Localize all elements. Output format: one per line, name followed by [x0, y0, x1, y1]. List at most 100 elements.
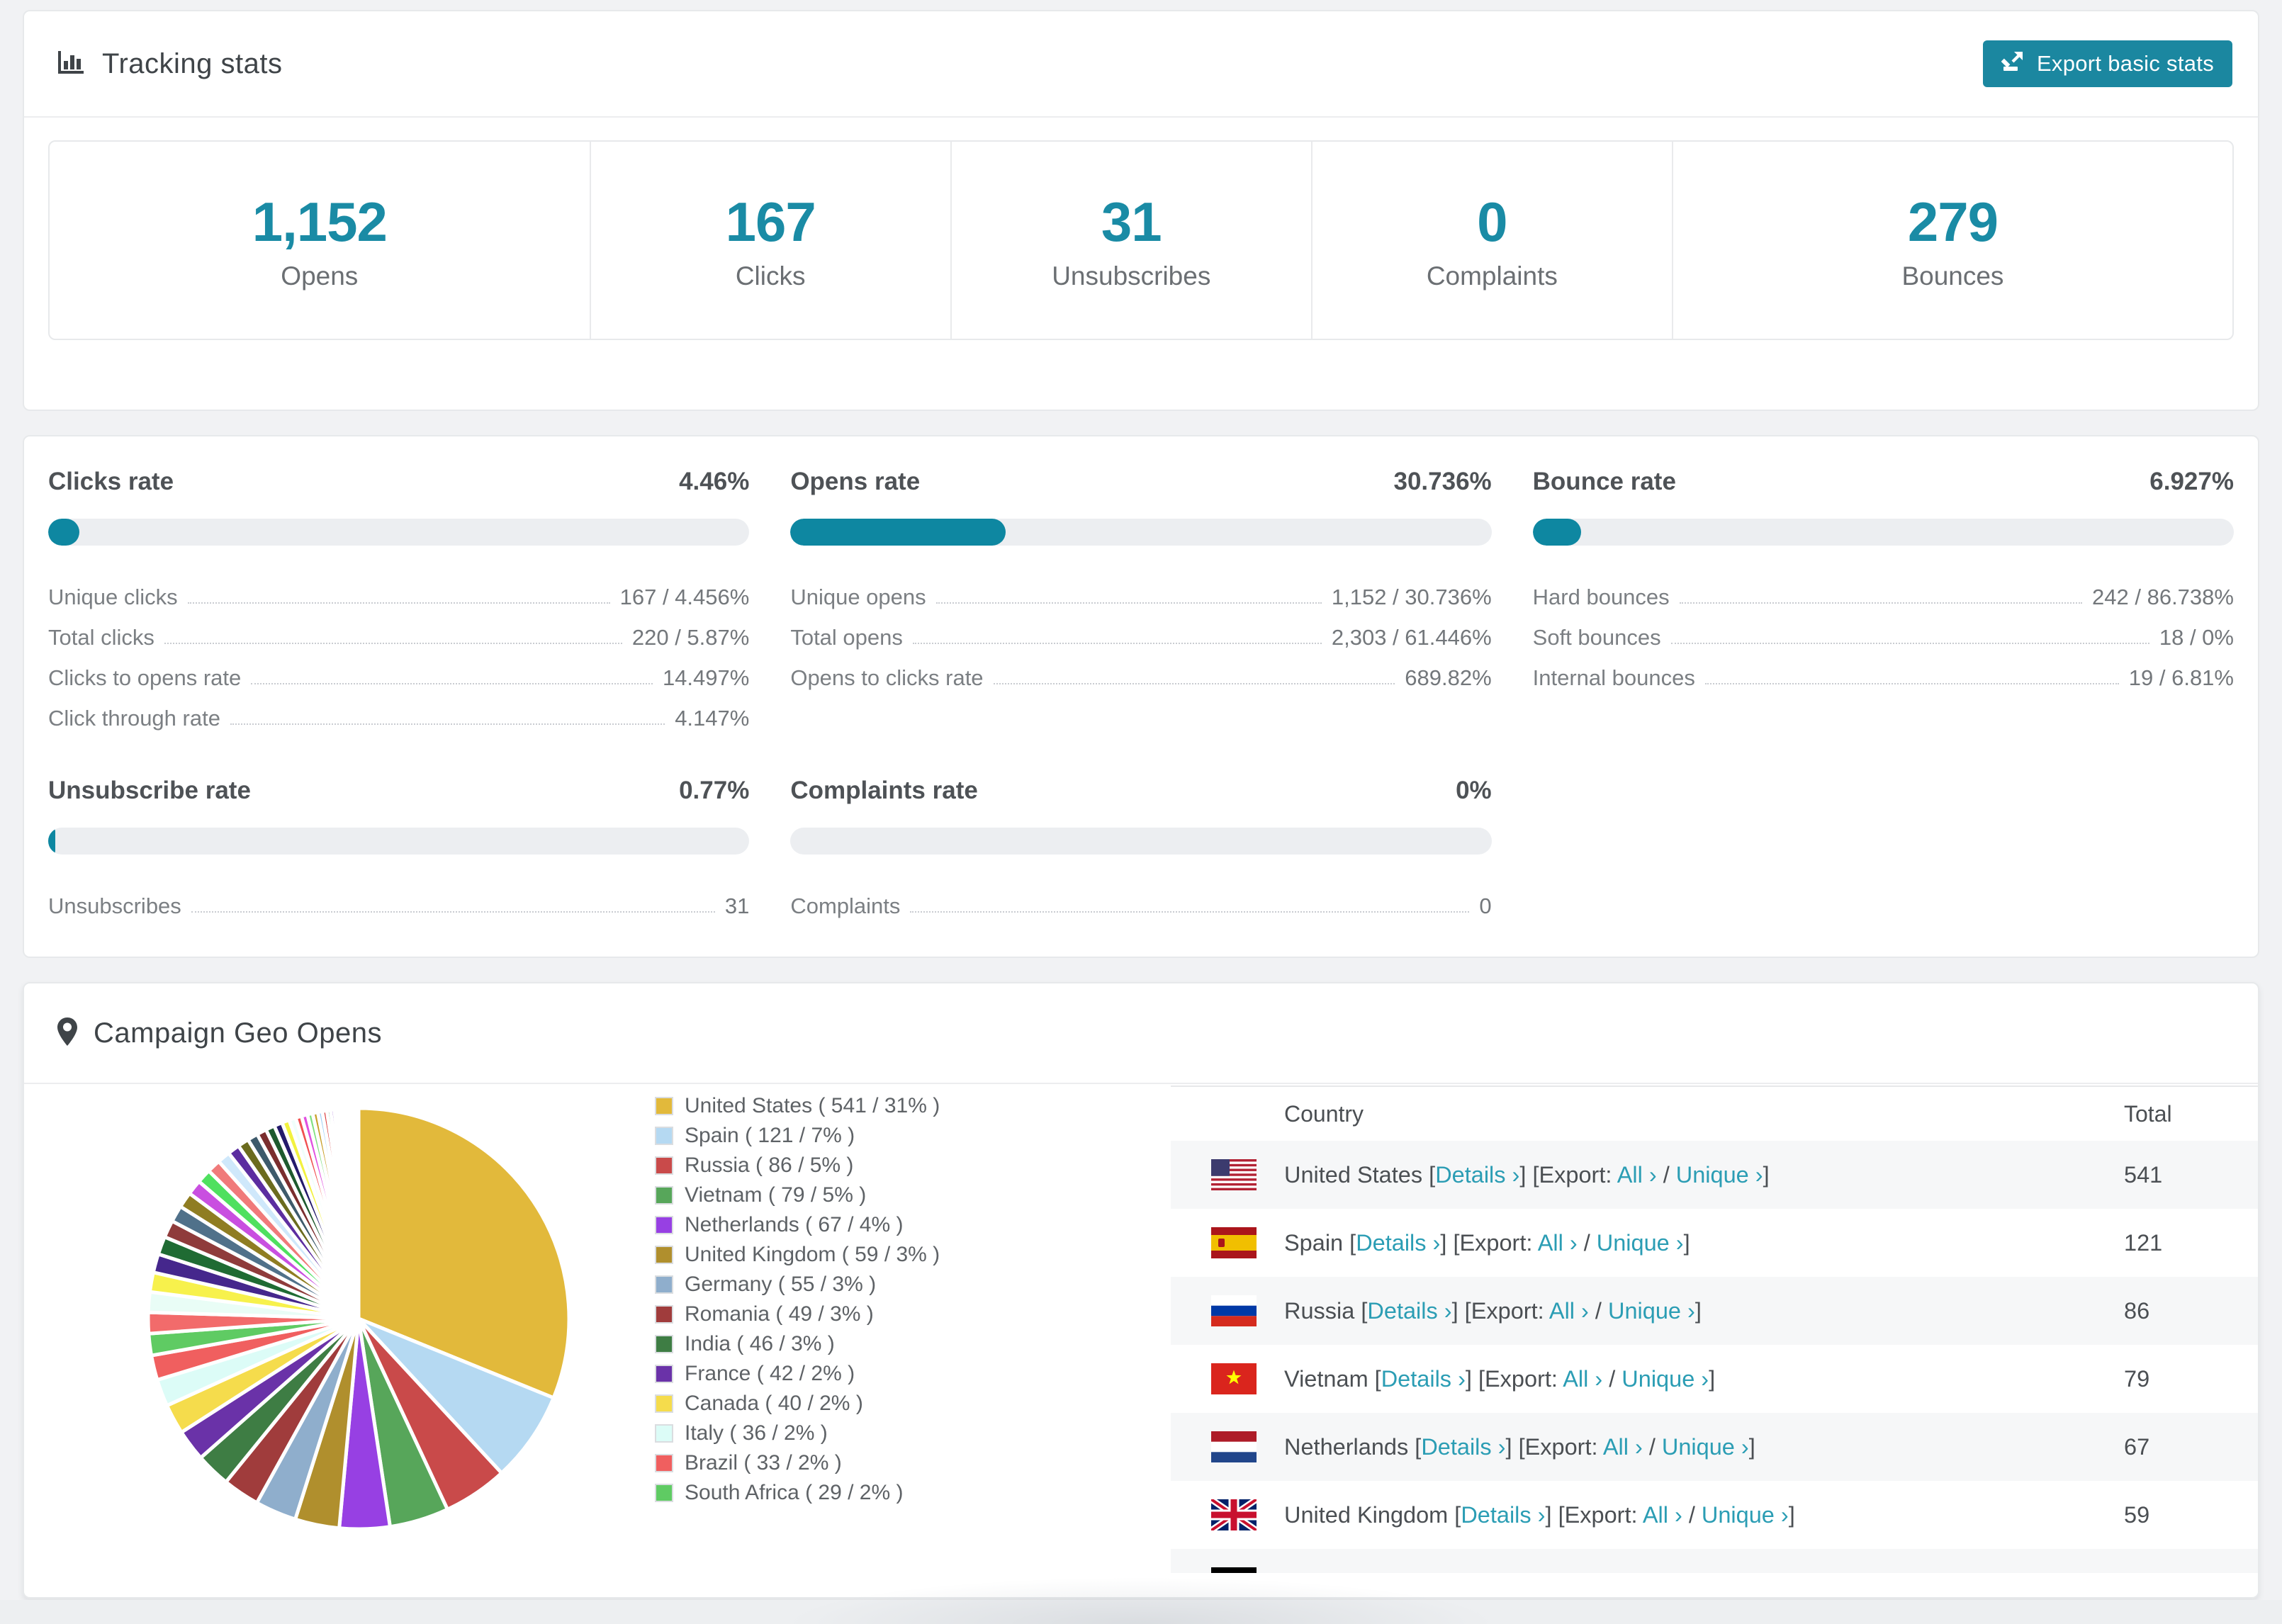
legend-item: Canada ( 40 / 2% ) — [655, 1389, 940, 1419]
country-name: Russia — [1284, 1297, 1355, 1324]
geo-table-body: United States [Details ›] [Export: All ›… — [1171, 1141, 2258, 1574]
summary-stat-value: 31 — [1101, 190, 1162, 253]
export-all-link[interactable]: All › — [1603, 1434, 1643, 1460]
summary-stat: 0 Complaints — [1313, 142, 1673, 339]
progress-bar-fill — [48, 828, 55, 855]
country-cell: Russia [Details ›] [Export: All › / Uniq… — [1284, 1298, 2124, 1324]
export-all-link[interactable]: All › — [1538, 1230, 1578, 1256]
export-unique-link[interactable]: Unique › — [1632, 1570, 1719, 1574]
legend-label: United States ( 541 / 31% ) — [685, 1094, 940, 1117]
stat-row: Soft bounces 18 / 0% — [1533, 610, 2234, 650]
details-link[interactable]: Details › — [1356, 1230, 1440, 1256]
summary-stat: 167 Clicks — [591, 142, 952, 339]
legend-label: Canada ( 40 / 2% ) — [685, 1392, 863, 1415]
export-unique-link[interactable]: Unique › — [1702, 1502, 1789, 1528]
stat-row-label: Internal bounces — [1532, 665, 1695, 690]
bracket-text: [ — [1354, 1297, 1368, 1324]
export-basic-stats-button[interactable]: Export basic stats — [1982, 40, 2232, 87]
export-icon — [2001, 49, 2025, 79]
export-unique-link[interactable]: Unique › — [1597, 1230, 1684, 1256]
flag-us-icon — [1211, 1159, 1257, 1190]
row-total: 55 — [2124, 1570, 2258, 1574]
summary-stat-label: Opens — [281, 261, 359, 291]
legend-swatch — [655, 1365, 673, 1383]
legend-swatch — [655, 1484, 673, 1502]
stat-row-label: Unique clicks — [48, 585, 178, 609]
export-all-link[interactable]: All › — [1617, 1162, 1657, 1188]
geo-title: Campaign Geo Opens — [94, 1017, 383, 1049]
rate-title: Opens rate — [790, 468, 921, 495]
export-unique-link[interactable]: Unique › — [1676, 1162, 1763, 1188]
details-link[interactable]: Details › — [1435, 1162, 1519, 1188]
details-link[interactable]: Details › — [1421, 1434, 1505, 1460]
summary-stat-value: 1,152 — [252, 190, 388, 253]
summary-stat-label: Clicks — [735, 261, 806, 291]
total-column-header: Total — [2124, 1100, 2172, 1127]
pie-slice — [356, 1106, 361, 1319]
geo-table-header: Country Total — [1171, 1087, 2258, 1141]
summary-stat-value: 167 — [725, 190, 816, 253]
rate-stat-rows: Unsubscribes 31 — [48, 879, 749, 919]
stat-row-value: 19 / 6.81% — [2128, 665, 2234, 690]
dotted-leader — [1670, 643, 2149, 644]
bracket-text: / — [1656, 1161, 1676, 1188]
tracking-stats-header: Tracking stats Export basic stats — [24, 11, 2258, 118]
rate-title: Clicks rate — [48, 468, 174, 495]
bracket-text: ] — [1748, 1433, 1755, 1460]
export-all-link[interactable]: All › — [1643, 1502, 1682, 1528]
export-all-link[interactable]: All › — [1563, 1366, 1602, 1392]
flag-es-icon — [1211, 1227, 1257, 1258]
rate-stat-rows: Unique opens 1,152 / 30.736% Total opens 2,… — [790, 570, 1491, 691]
export-unique-link[interactable]: Unique › — [1608, 1298, 1695, 1324]
dotted-leader — [1679, 602, 2083, 604]
bracket-text: ] — [1788, 1501, 1795, 1528]
stat-row: Clicks to opens rate 14.497% — [48, 650, 749, 691]
legend-swatch — [655, 1246, 673, 1264]
rate-block: Unsubscribe rate 0.77% Unsubscribes 31 — [48, 777, 750, 919]
stat-row: Unsubscribes 31 — [48, 879, 749, 919]
country-cell: Vietnam [Details ›] [Export: All › / Uni… — [1284, 1366, 2124, 1392]
stat-row: Total opens 2,303 / 61.446% — [790, 610, 1491, 650]
bracket-text: [ — [1343, 1229, 1356, 1256]
legend-item: United States ( 541 / 31% ) — [655, 1091, 940, 1121]
export-all-link[interactable]: All › — [1573, 1570, 1613, 1574]
stat-row: Hard bounces 242 / 86.738% — [1533, 570, 2234, 610]
details-link[interactable]: Details › — [1392, 1570, 1476, 1574]
legend-label: Spain ( 121 / 7% ) — [685, 1124, 855, 1147]
legend-item: Brazil ( 33 / 2% ) — [655, 1448, 940, 1478]
details-link[interactable]: Details › — [1381, 1366, 1466, 1392]
bracket-text: / — [1577, 1229, 1597, 1256]
details-link[interactable]: Details › — [1461, 1502, 1545, 1528]
stat-row-value: 242 / 86.738% — [2092, 585, 2234, 609]
legend-label: India ( 46 / 3% ) — [685, 1332, 835, 1355]
country-name: Spain — [1284, 1229, 1344, 1256]
stat-row: Total clicks 220 / 5.87% — [48, 610, 749, 650]
legend-item: Germany ( 55 / 3% ) — [655, 1270, 940, 1299]
legend-item: Italy ( 36 / 2% ) — [655, 1419, 940, 1448]
rate-header: Opens rate 30.736% — [790, 468, 1491, 496]
country-cell: Netherlands [Details ›] [Export: All › /… — [1284, 1434, 2124, 1460]
pie-legend: United States ( 541 / 31% ) Spain ( 121 /… — [655, 1091, 940, 1508]
table-row: Russia [Details ›] [Export: All › / Uniq… — [1171, 1277, 2258, 1345]
dotted-leader — [1704, 683, 2119, 684]
geo-table: Country Total United States [Details ›] … — [1171, 1086, 2258, 1574]
rate-stat-rows: Hard bounces 242 / 86.738% Soft bounces 18 … — [1533, 570, 2234, 691]
legend-label: Brazil ( 33 / 2% ) — [685, 1451, 842, 1474]
legend-label: Germany ( 55 / 3% ) — [685, 1273, 877, 1296]
legend-item: Romania ( 49 / 3% ) — [655, 1299, 940, 1329]
legend-label: Netherlands ( 67 / 4% ) — [685, 1213, 904, 1236]
export-unique-link[interactable]: Unique › — [1621, 1366, 1709, 1392]
flag-nl-icon — [1211, 1431, 1257, 1462]
country-name: Netherlands — [1284, 1433, 1409, 1460]
export-unique-link[interactable]: Unique › — [1662, 1434, 1749, 1460]
table-row: Vietnam [Details ›] [Export: All › / Uni… — [1171, 1345, 2258, 1413]
legend-swatch — [655, 1424, 673, 1443]
stat-row-value: 2,303 / 61.446% — [1331, 625, 1492, 650]
bracket-text: ] [Export: — [1545, 1501, 1643, 1528]
bracket-text: ] [Export: — [1505, 1433, 1603, 1460]
details-link[interactable]: Details › — [1367, 1298, 1451, 1324]
legend-swatch — [655, 1097, 673, 1115]
bracket-text: ] [Export: — [1476, 1570, 1573, 1574]
country-name: United Kingdom — [1284, 1501, 1449, 1528]
export-all-link[interactable]: All › — [1549, 1298, 1589, 1324]
